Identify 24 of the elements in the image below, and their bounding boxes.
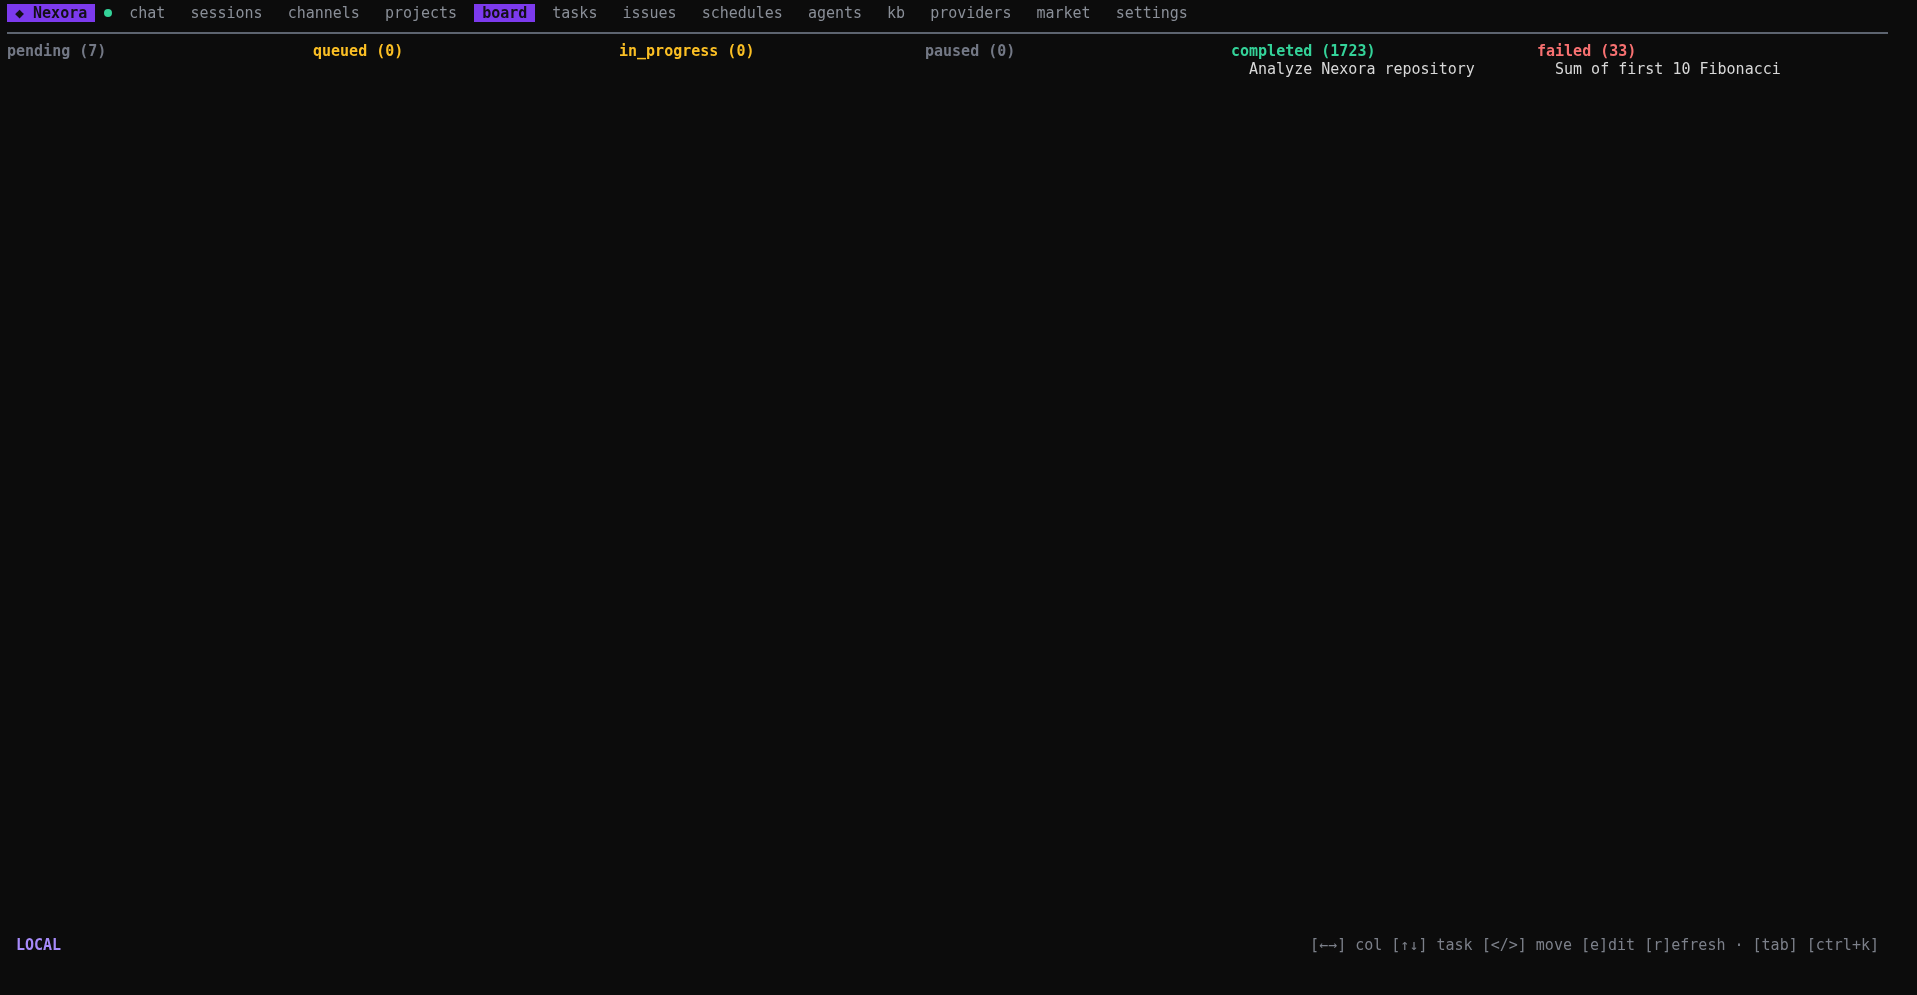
column-header: pending (7) bbox=[7, 42, 107, 60]
nav-tab[interactable]: providers bbox=[922, 4, 1020, 22]
nav-tab[interactable]: settings bbox=[1107, 4, 1196, 22]
nav-tab[interactable]: channels bbox=[279, 4, 368, 22]
column-header: paused (0) bbox=[925, 42, 1016, 60]
column-header: in_progress (0) bbox=[619, 42, 755, 60]
nav-tab[interactable]: projects bbox=[376, 4, 466, 22]
nav-tab[interactable]: schedules bbox=[693, 4, 791, 22]
task-item[interactable]: Analyze Nexora repository bbox=[1231, 60, 1475, 78]
nav-tab[interactable]: issues bbox=[614, 4, 685, 22]
nav-tab[interactable]: chat bbox=[121, 4, 174, 22]
nav-tab[interactable]: agents bbox=[799, 4, 871, 22]
column-header: completed (1723) bbox=[1231, 42, 1376, 60]
column-header: failed (33) bbox=[1537, 42, 1637, 60]
nav-tab[interactable]: sessions bbox=[182, 4, 271, 22]
nav-tab[interactable]: board bbox=[474, 4, 536, 22]
task-item[interactable]: Sum of first 10 Fibonacci bbox=[1537, 60, 1781, 78]
mode-label: LOCAL bbox=[16, 936, 62, 954]
nav-tab[interactable]: tasks bbox=[544, 4, 606, 22]
column-header: queued (0) bbox=[313, 42, 404, 60]
keyboard-hints: [←→] col [↑↓] task [</>] move [e]dit [r]efresh · [tab] [ctrl+k] bbox=[1310, 936, 1879, 954]
nav-tab[interactable]: kb bbox=[879, 4, 914, 22]
nav-tab[interactable]: market bbox=[1028, 4, 1099, 22]
brand-logo: ◆ Nexora bbox=[7, 4, 96, 22]
